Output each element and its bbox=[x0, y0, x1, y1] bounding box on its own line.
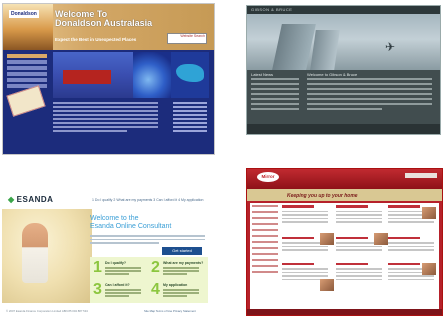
red-site-photo bbox=[320, 233, 334, 245]
esanda-top-nav[interactable]: 1 Do I qualify 2 What are my payments 3 … bbox=[92, 198, 203, 202]
esanda-steps-grid: 1 Do I qualify? 2 What are my payments? … bbox=[90, 257, 208, 303]
red-site-search-box[interactable] bbox=[405, 173, 437, 178]
esanda-person-figure bbox=[22, 223, 48, 283]
esanda-diamond-icon: ◆ bbox=[8, 195, 15, 204]
esanda-screenshot[interactable]: ◆ ESANDA 1 Do I qualify 2 What are my pay… bbox=[2, 185, 213, 317]
esanda-intro-text bbox=[90, 235, 205, 246]
donaldson-title-line2: Donaldson Australasia bbox=[55, 18, 153, 28]
gibson-content-columns bbox=[247, 70, 440, 124]
gibson-welcome-heading: Welcome to Gibson & Bruce bbox=[307, 72, 358, 77]
red-site-logo: Mirror bbox=[257, 172, 279, 182]
esanda-title-line1: Welcome to the bbox=[90, 215, 139, 222]
donaldson-search-box[interactable]: Website Search bbox=[167, 33, 207, 44]
donaldson-map-graphic bbox=[171, 52, 209, 98]
esanda-step[interactable]: 3 Can I afford it? bbox=[92, 281, 147, 301]
esanda-logo: ◆ ESANDA bbox=[8, 195, 53, 204]
gibson-screenshot[interactable]: GIBSON & BRUCE ✈ Latest News Welcome to … bbox=[246, 5, 441, 135]
donaldson-left-nav[interactable] bbox=[7, 54, 47, 90]
gibson-news-column bbox=[251, 78, 299, 113]
gibson-footer bbox=[247, 124, 440, 134]
gibson-brand: GIBSON & BRUCE bbox=[251, 7, 293, 12]
donaldson-logo: Donaldson bbox=[9, 10, 39, 18]
step-title: My application bbox=[163, 283, 188, 287]
donaldson-truck-image bbox=[53, 52, 133, 98]
esanda-step[interactable]: 1 Do I qualify? bbox=[92, 259, 147, 279]
gibson-building-shape bbox=[272, 24, 316, 70]
esanda-title-line2: Esanda Online Consultant bbox=[90, 223, 172, 230]
donaldson-tagline: Expect the Best in Unexpected Places bbox=[55, 37, 137, 42]
step-number: 4 bbox=[151, 281, 160, 298]
red-site-photo bbox=[422, 263, 436, 275]
gibson-building-shape-2 bbox=[310, 30, 340, 70]
gibson-hero-image: ✈ bbox=[247, 14, 440, 70]
donaldson-body-text bbox=[53, 102, 158, 134]
red-site-photo bbox=[374, 233, 388, 245]
red-site-photo bbox=[422, 207, 436, 219]
step-title: Do I qualify? bbox=[105, 261, 126, 265]
step-number: 3 bbox=[93, 281, 102, 298]
step-title: Can I afford it? bbox=[105, 283, 130, 287]
red-site-screenshot[interactable]: Mirror Keeping you up to your home bbox=[246, 168, 443, 316]
donaldson-title: Welcome To Donaldson Australasia bbox=[55, 10, 152, 28]
esanda-footer-links[interactable]: Site Map Terms of Use Privacy Statement bbox=[144, 309, 196, 313]
esanda-step[interactable]: 4 My application bbox=[150, 281, 205, 301]
step-title: What are my payments? bbox=[163, 261, 204, 265]
red-site-tagline: Keeping you up to your home bbox=[287, 193, 358, 199]
esanda-hero-photo bbox=[2, 209, 92, 303]
red-site-footer bbox=[247, 309, 442, 315]
get-started-button[interactable]: Get started bbox=[162, 247, 202, 255]
esanda-title: Welcome to the Esanda Online Consultant bbox=[90, 215, 171, 231]
red-site-sidebar[interactable] bbox=[252, 205, 278, 277]
donaldson-screenshot[interactable]: Donaldson Welcome To Donaldson Australas… bbox=[2, 3, 215, 155]
esanda-logo-text: ESANDA bbox=[16, 195, 54, 204]
donaldson-swirl-graphic bbox=[133, 52, 171, 98]
gibson-news-heading: Latest News bbox=[251, 72, 274, 77]
esanda-step[interactable]: 2 What are my payments? bbox=[150, 259, 205, 279]
donaldson-side-text bbox=[173, 102, 207, 134]
gibson-welcome-column bbox=[307, 78, 432, 113]
step-number: 2 bbox=[151, 259, 160, 276]
esanda-footer: © 2007 Esanda Finance Corporation Limite… bbox=[6, 309, 88, 313]
red-site-photo bbox=[320, 279, 334, 291]
airplane-icon: ✈ bbox=[385, 40, 396, 54]
red-site-body bbox=[250, 203, 439, 309]
step-number: 1 bbox=[93, 259, 102, 276]
